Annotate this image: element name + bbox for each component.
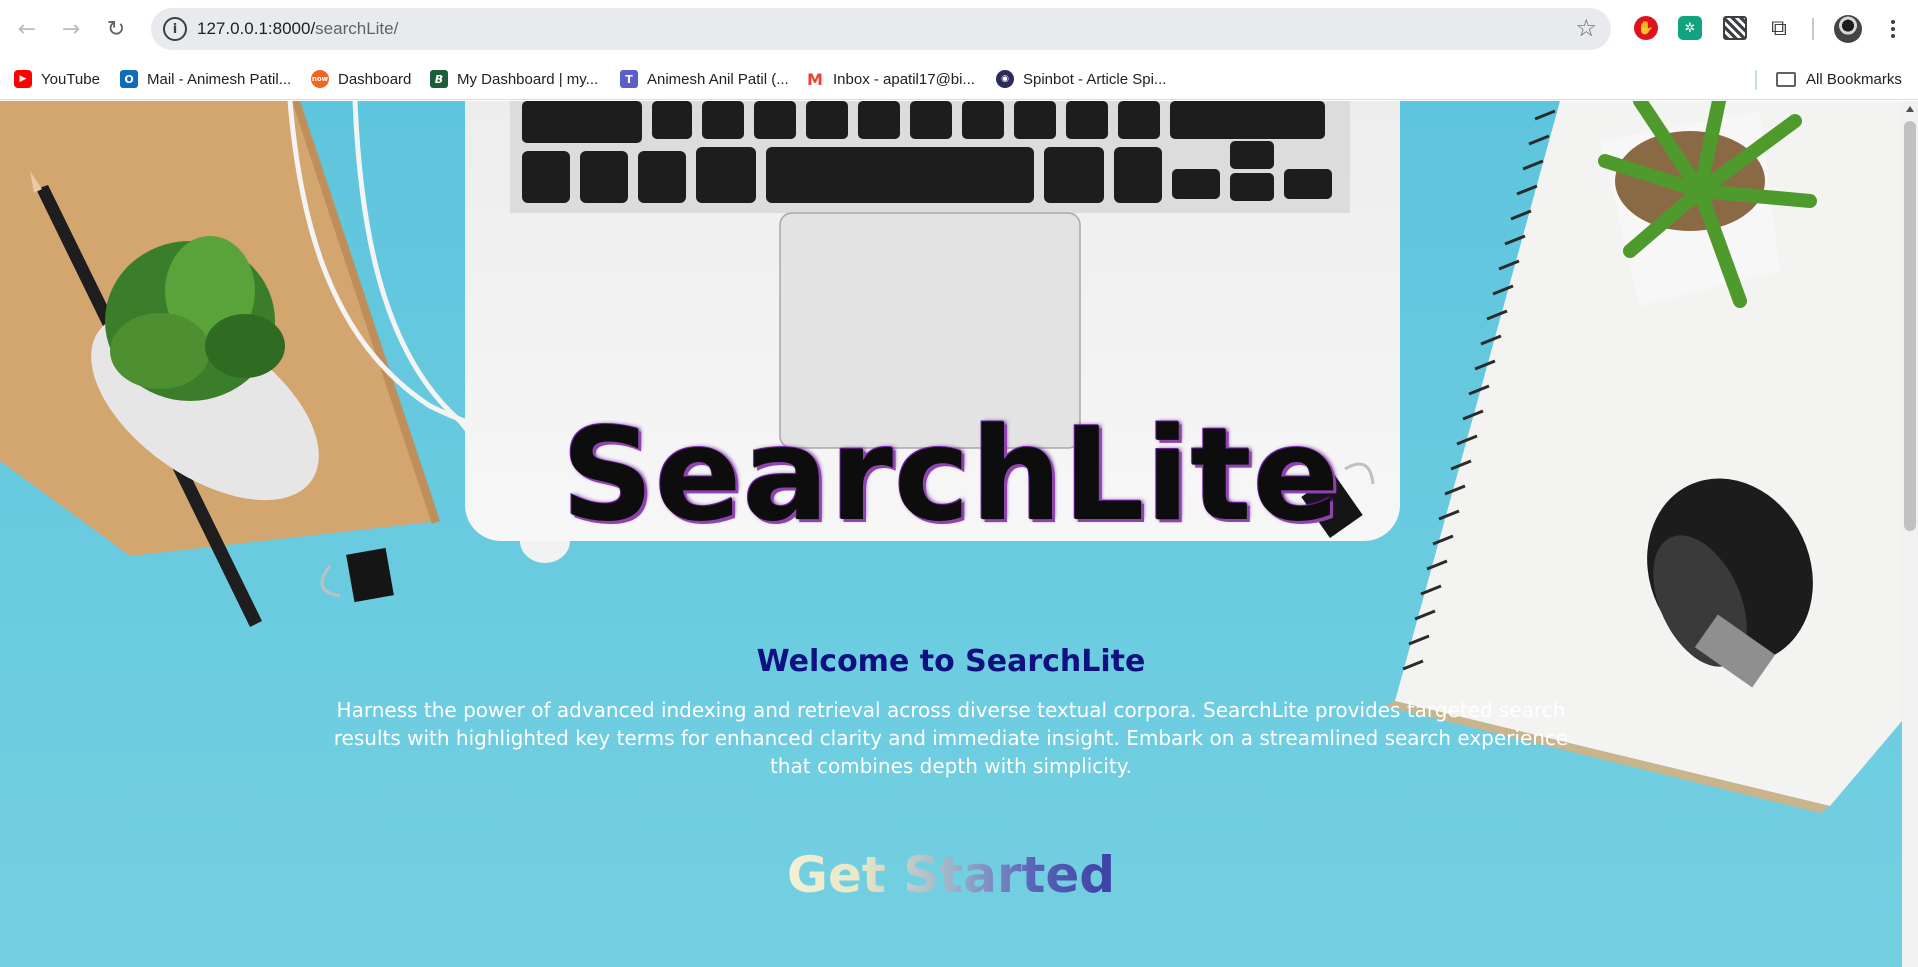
more-vert-icon[interactable] [1883,14,1903,44]
arrow-left-icon: ← [17,16,37,42]
reload-button[interactable]: ↻ [101,14,131,44]
outlook-icon: O [120,70,138,88]
scroll-up-arrow-icon[interactable] [1906,106,1914,112]
url-path: searchLite/ [315,19,399,38]
url-text[interactable]: 127.0.0.1:8000/searchLite/ [197,19,398,39]
toolbar-divider [1812,18,1814,40]
teams-icon: T [620,70,638,88]
ad-block-extension-icon[interactable]: ✋ [1634,16,1658,40]
get-started-button[interactable]: Get Started [0,846,1902,904]
intro-description: Harness the power of advanced indexing a… [333,698,1569,778]
qr-code-extension-icon[interactable] [1723,16,1747,40]
bookmarks-divider [1755,70,1757,90]
bookmark-inbox[interactable]: M Inbox - apatil17@bi... [806,66,975,92]
bookmark-teams[interactable]: T Animesh Anil Patil (... [620,66,789,92]
back-button[interactable]: ← [12,14,42,44]
bookmark-label: My Dashboard | my... [457,70,599,88]
welcome-heading: Welcome to SearchLite [756,644,1146,679]
address-bar[interactable]: i 127.0.0.1:8000/searchLite/ ☆ [151,8,1611,50]
blackboard-icon: B [430,70,448,88]
all-bookmarks-label: All Bookmarks [1806,70,1902,88]
page-title: SearchLite [561,401,1341,550]
arrow-right-icon: → [61,16,81,42]
youtube-icon: ▶ [14,70,32,88]
chatgpt-extension-icon[interactable]: ✲ [1678,16,1702,40]
bookmark-spinbot[interactable]: ◉ Spinbot - Article Spi... [996,66,1166,92]
bookmark-mail[interactable]: O Mail - Animesh Patil... [120,66,291,92]
info-icon[interactable]: i [163,17,187,41]
bookmark-label: Inbox - apatil17@bi... [833,70,975,88]
spinbot-icon: ◉ [996,70,1014,88]
get-started-label: Get Started [786,846,1116,904]
star-icon[interactable]: ☆ [1575,14,1597,42]
bookmark-label: Mail - Animesh Patil... [147,70,292,88]
all-bookmarks-button[interactable]: All Bookmarks [1776,66,1902,92]
bookmark-my-dashboard[interactable]: B My Dashboard | my... [430,66,598,92]
browser-toolbar: ← → ↻ i 127.0.0.1:8000/searchLite/ ☆ ✋ ✲… [0,0,1918,58]
bookmark-label: YouTube [41,70,100,88]
scroll-thumb[interactable] [1904,121,1916,531]
puzzle-icon[interactable]: ⧉ [1767,16,1791,41]
bookmark-youtube[interactable]: ▶ YouTube [14,66,100,92]
reload-icon: ↻ [106,16,126,42]
bookmarks-bar: ▶ YouTube O Mail - Animesh Patil... now … [0,58,1918,100]
bookmark-label: Dashboard [338,70,412,88]
gmail-icon: M [806,69,824,89]
profile-avatar[interactable] [1834,15,1862,43]
bookmark-label: Spinbot - Article Spi... [1023,70,1167,88]
page-scrollbar[interactable] [1902,101,1918,967]
forward-button[interactable]: → [56,14,86,44]
folder-icon [1776,71,1796,87]
now-icon: now [311,70,329,88]
page-viewport: SearchLite Welcome to SearchLite Harness… [0,101,1902,967]
url-host: 127.0.0.1:8000/ [197,19,316,38]
bookmark-dashboard[interactable]: now Dashboard [311,66,411,92]
bookmark-label: Animesh Anil Patil (... [647,70,789,88]
